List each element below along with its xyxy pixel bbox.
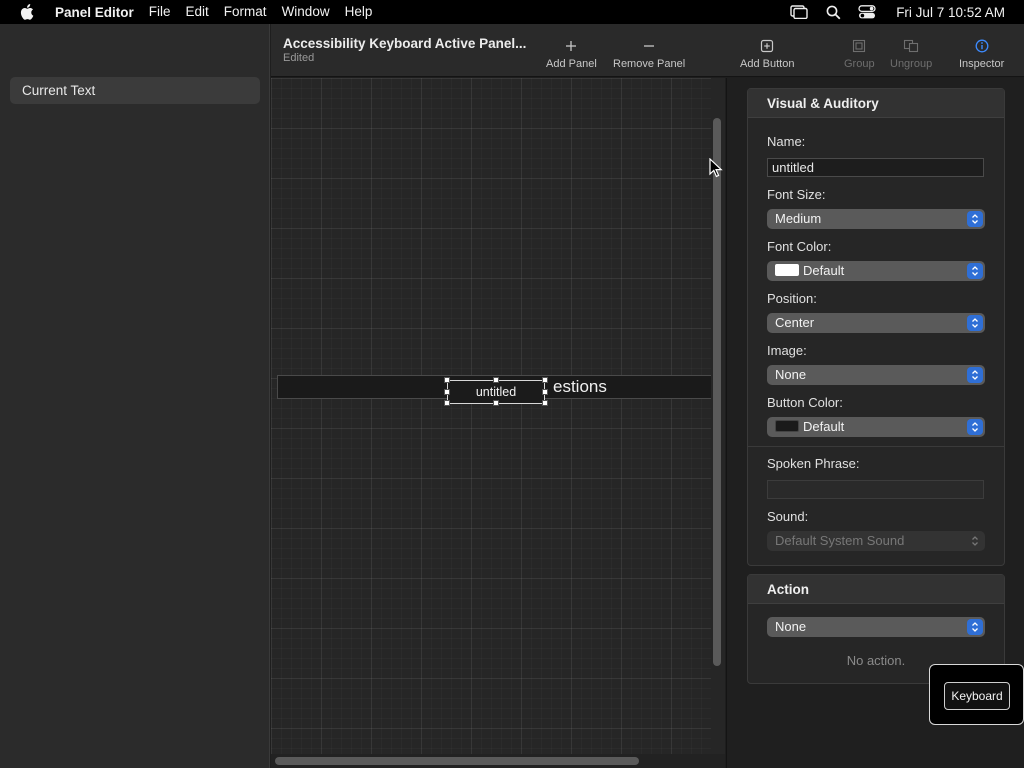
font-size-popup[interactable]: Medium bbox=[767, 209, 985, 229]
spoken-phrase-label: Spoken Phrase: bbox=[767, 456, 860, 471]
menubar-clock[interactable]: Fri Jul 7 10:52 AM bbox=[896, 5, 1005, 20]
document-title: Accessibility Keyboard Active Panel... bbox=[283, 36, 527, 51]
button-color-swatch bbox=[775, 420, 799, 432]
name-label: Name: bbox=[767, 134, 806, 149]
chevron-updown-icon bbox=[967, 367, 983, 383]
chevron-updown-icon bbox=[967, 315, 983, 331]
vertical-scrollbar[interactable] bbox=[713, 118, 721, 666]
group-button[interactable]: Group bbox=[844, 36, 875, 74]
visual-auditory-section: Visual & Auditory Name: untitled Font Si… bbox=[747, 88, 1005, 566]
inspector-label: Inspector bbox=[959, 58, 1005, 70]
info-icon bbox=[975, 36, 989, 56]
menu-help[interactable]: Help bbox=[345, 0, 373, 24]
action-value: None bbox=[775, 619, 807, 634]
menu-edit[interactable]: Edit bbox=[186, 0, 209, 24]
resize-handle-bottom-right[interactable] bbox=[542, 400, 548, 406]
add-panel-button[interactable]: Add Panel bbox=[546, 36, 597, 74]
menu-file[interactable]: File bbox=[149, 0, 171, 24]
sound-value: Default System Sound bbox=[775, 533, 905, 548]
inspector-button[interactable]: Inspector bbox=[959, 36, 1004, 74]
resize-handle-bottom-left[interactable] bbox=[444, 400, 450, 406]
sidebar-item-current-text[interactable]: Current Text bbox=[10, 77, 260, 104]
action-popup[interactable]: None bbox=[767, 617, 985, 637]
font-color-popup[interactable]: Default bbox=[767, 261, 985, 281]
mouse-pointer-icon bbox=[709, 157, 723, 178]
add-button-label: Add Button bbox=[740, 58, 795, 70]
minus-icon bbox=[643, 36, 655, 56]
name-field[interactable]: untitled bbox=[767, 158, 984, 177]
button-color-popup[interactable]: Default bbox=[767, 417, 985, 437]
sound-popup[interactable]: Default System Sound bbox=[767, 531, 985, 551]
add-button-icon bbox=[760, 36, 774, 56]
chevron-updown-icon bbox=[967, 263, 983, 279]
keyboard-button[interactable]: Keyboard bbox=[944, 682, 1010, 710]
font-color-swatch bbox=[775, 264, 799, 276]
ungroup-button[interactable]: Ungroup bbox=[890, 36, 932, 74]
control-center-icon[interactable] bbox=[858, 4, 876, 20]
chevron-updown-icon bbox=[967, 211, 983, 227]
add-panel-label: Add Panel bbox=[546, 58, 597, 70]
menu-window[interactable]: Window bbox=[282, 0, 330, 24]
button-color-value: Default bbox=[803, 419, 845, 434]
spoken-phrase-field[interactable] bbox=[767, 480, 984, 499]
apple-menu-icon[interactable] bbox=[16, 0, 38, 24]
ungroup-icon bbox=[903, 36, 919, 56]
visual-auditory-header: Visual & Auditory bbox=[748, 89, 1004, 118]
group-icon bbox=[852, 36, 866, 56]
chevron-updown-icon bbox=[967, 419, 983, 435]
panel-title-text: estions bbox=[553, 377, 607, 396]
action-header: Action bbox=[748, 575, 1004, 604]
menu-bar: Panel Editor File Edit Format Window Hel… bbox=[0, 0, 1024, 24]
resize-handle-top-right[interactable] bbox=[542, 377, 548, 383]
position-popup[interactable]: Center bbox=[767, 313, 985, 333]
font-size-value: Medium bbox=[775, 211, 822, 226]
panel-list-sidebar: Current Text bbox=[0, 24, 270, 768]
font-color-value: Default bbox=[803, 263, 845, 278]
remove-panel-button[interactable]: Remove Panel bbox=[613, 36, 685, 74]
panel-canvas[interactable]: estions untitled bbox=[271, 78, 711, 754]
sound-label: Sound: bbox=[767, 509, 809, 524]
document-status: Edited bbox=[283, 52, 315, 64]
resize-handle-left[interactable] bbox=[444, 389, 450, 395]
chevron-updown-icon bbox=[967, 533, 983, 549]
section-divider bbox=[748, 446, 1004, 447]
resize-handle-top[interactable] bbox=[493, 377, 499, 383]
resize-handle-right[interactable] bbox=[542, 389, 548, 395]
chevron-updown-icon bbox=[967, 619, 983, 635]
button-color-label: Button Color: bbox=[767, 395, 843, 410]
search-icon[interactable] bbox=[824, 4, 842, 20]
font-size-label: Font Size: bbox=[767, 187, 826, 202]
image-value: None bbox=[775, 367, 807, 382]
image-label: Image: bbox=[767, 343, 807, 358]
horizontal-scrollbar[interactable] bbox=[275, 757, 639, 765]
position-value: Center bbox=[775, 315, 815, 330]
display-icon[interactable] bbox=[790, 4, 808, 20]
resize-handle-bottom[interactable] bbox=[493, 400, 499, 406]
ungroup-label: Ungroup bbox=[890, 58, 933, 70]
add-button-button[interactable]: Add Button bbox=[740, 36, 794, 74]
menu-format[interactable]: Format bbox=[224, 0, 267, 24]
resize-handle-top-left[interactable] bbox=[444, 377, 450, 383]
floating-keyboard-panel: Keyboard bbox=[929, 664, 1024, 725]
group-label: Group bbox=[844, 58, 875, 70]
image-popup[interactable]: None bbox=[767, 365, 985, 385]
toolbar: Accessibility Keyboard Active Panel... E… bbox=[271, 24, 1024, 77]
remove-panel-label: Remove Panel bbox=[613, 58, 686, 70]
position-label: Position: bbox=[767, 291, 817, 306]
plus-icon bbox=[565, 36, 577, 56]
font-color-label: Font Color: bbox=[767, 239, 832, 254]
app-name-menu[interactable]: Panel Editor bbox=[55, 5, 134, 20]
